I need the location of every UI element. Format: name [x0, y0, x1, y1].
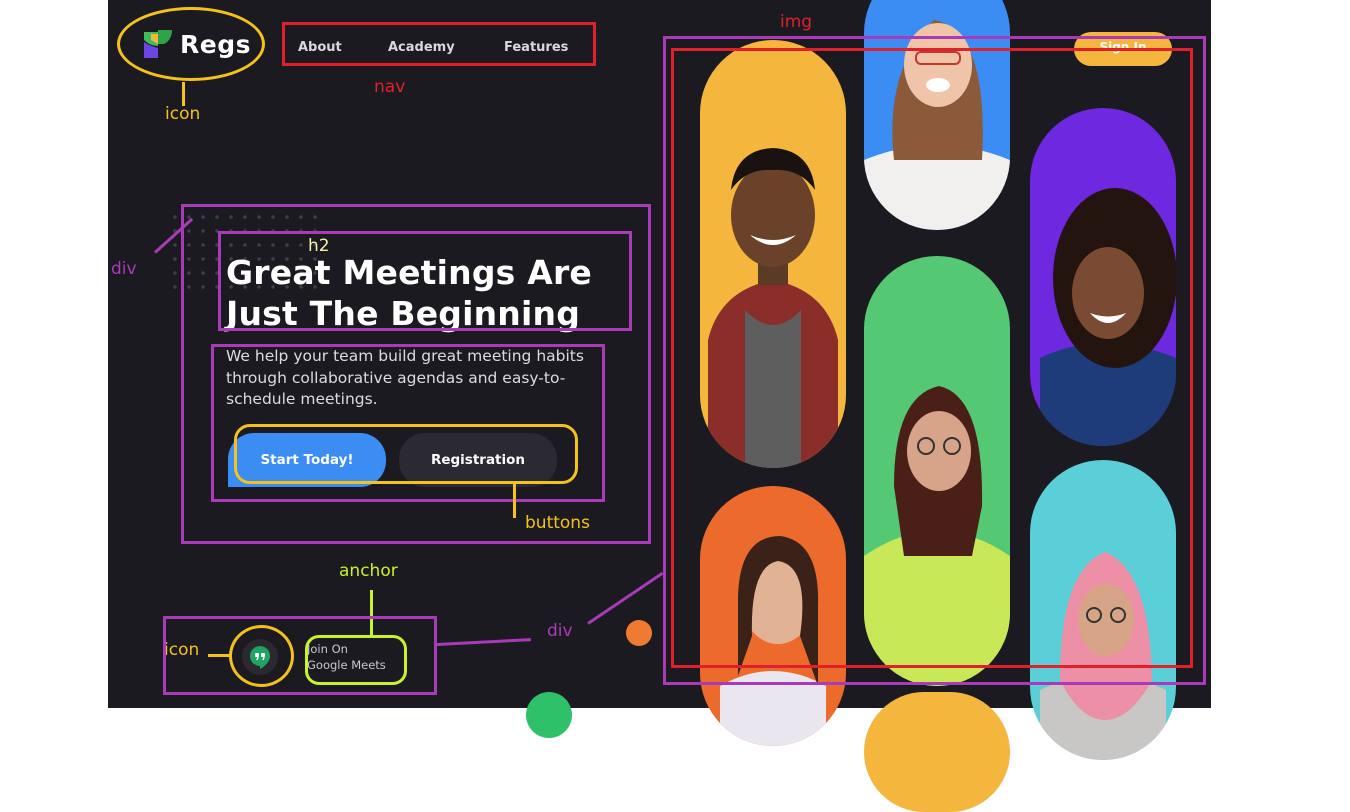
photo-bottom-yellow	[864, 692, 1010, 812]
brand-name: Regs	[180, 29, 251, 59]
regs-logo-icon	[144, 30, 172, 58]
join-google-meets-link[interactable]: Join On Google Meets	[307, 641, 386, 673]
nav-academy[interactable]: Academy	[388, 40, 455, 55]
meet-link-line1: Join On	[307, 642, 348, 656]
main-nav: About Academy Features	[284, 22, 596, 66]
right-margin	[1211, 0, 1350, 708]
registration-button[interactable]: Registration	[399, 433, 557, 487]
decorative-dot-orange	[626, 620, 652, 646]
nav-about[interactable]: About	[298, 40, 342, 55]
meet-link-line2: Google Meets	[307, 658, 386, 672]
nav-features[interactable]: Features	[504, 40, 568, 55]
meet-bubble-icon	[250, 646, 270, 669]
brand-logo[interactable]: Regs	[142, 26, 251, 62]
start-today-button[interactable]: Start Today!	[228, 433, 386, 487]
hero-heading: Great Meetings Are Just The Beginning	[226, 252, 646, 334]
hero-heading-line1: Great Meetings Are	[226, 253, 593, 292]
sign-in-button[interactable]: Sign In	[1074, 32, 1172, 66]
decorative-dot-green	[526, 692, 572, 738]
google-meet-icon[interactable]	[242, 639, 278, 675]
hero-heading-line2: Just The Beginning	[226, 294, 581, 333]
hero-description: We help your team build great meeting ha…	[226, 347, 584, 408]
